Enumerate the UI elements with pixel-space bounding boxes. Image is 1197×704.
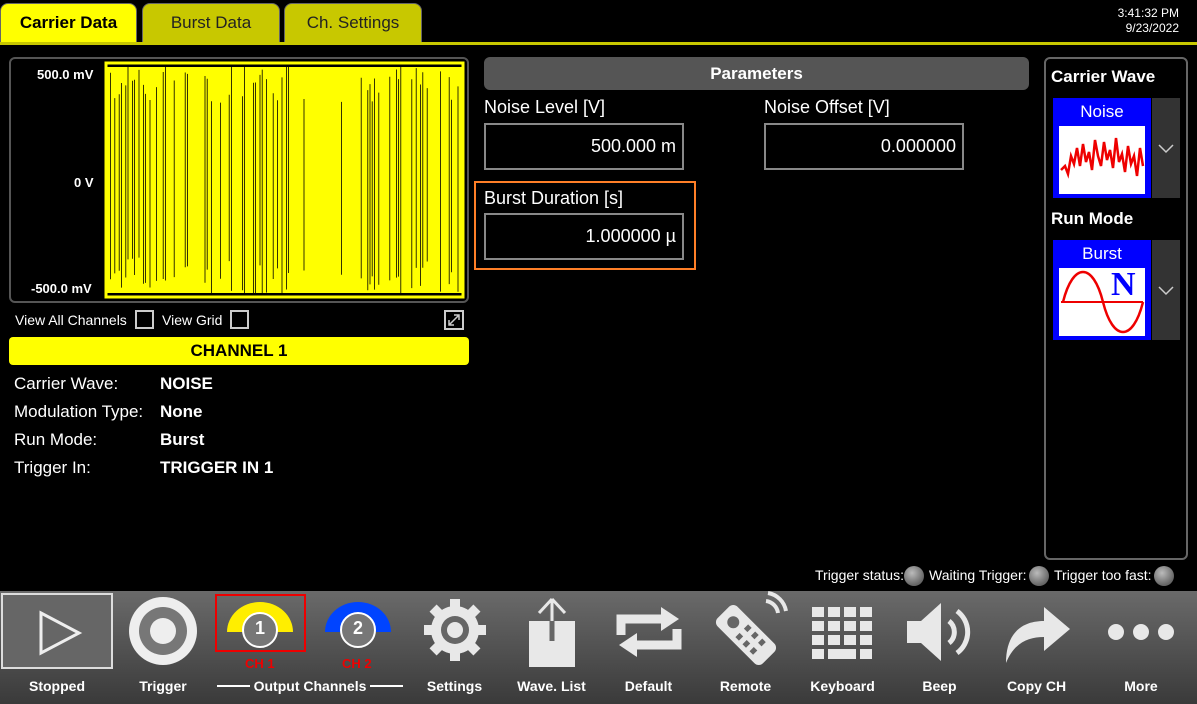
- trigger-too-fast-led: [1154, 566, 1174, 586]
- waiting-trigger-label: Waiting Trigger:: [929, 567, 1027, 583]
- info-row-carrier: Carrier Wave: NOISE: [14, 374, 213, 394]
- run-mode-title: Run Mode: [1051, 209, 1134, 228]
- default-button[interactable]: Default: [600, 591, 697, 704]
- info-value: TRIGGER IN 1: [160, 458, 274, 477]
- expand-icon[interactable]: [444, 310, 464, 330]
- info-value: None: [160, 402, 203, 421]
- trigger-too-fast-label: Trigger too fast:: [1054, 567, 1152, 583]
- remote-label: Remote: [719, 678, 772, 694]
- divider: [370, 685, 403, 687]
- burst-mode-icon: N: [1059, 266, 1145, 336]
- noise-level-label: Noise Level [V]: [484, 97, 606, 117]
- copy-channel-label: Copy CH: [1006, 678, 1067, 694]
- burst-duration-label: Burst Duration [s]: [484, 188, 624, 208]
- channel-title: CHANNEL 1: [9, 337, 469, 365]
- burst-n-symbol: N: [1111, 266, 1136, 303]
- carrier-wave-title: Carrier Wave: [1051, 67, 1156, 86]
- run-mode-selector[interactable]: Burst N: [1053, 240, 1151, 340]
- keyboard-label: Keyboard: [810, 678, 875, 694]
- trigger-icon: [129, 597, 197, 665]
- run-mode-dropdown[interactable]: [1152, 240, 1180, 340]
- noise-offset-field[interactable]: 0.000000: [764, 123, 964, 170]
- info-key: Run Mode:: [14, 430, 98, 449]
- chevron-down-icon: [1158, 286, 1174, 296]
- burst-duration-field[interactable]: 1.000000 µ: [484, 213, 684, 260]
- info-key: Trigger In:: [14, 458, 91, 477]
- noise-wave-icon: [1059, 126, 1145, 194]
- channel-2-label: CH 2: [342, 656, 372, 671]
- beep-button[interactable]: Beep: [891, 591, 988, 704]
- carrier-wave-dropdown[interactable]: [1152, 98, 1180, 198]
- view-all-channels-option[interactable]: View All Channels: [15, 310, 154, 329]
- tab-bar: Carrier Data Burst Data Ch. Settings 3:4…: [0, 0, 1197, 46]
- info-row-modulation: Modulation Type: None: [14, 402, 203, 422]
- forward-arrow-icon: [1006, 607, 1070, 663]
- noise-level-field[interactable]: 500.000 m: [484, 123, 684, 170]
- channel-1-label: CH 1: [245, 656, 275, 671]
- more-dots-icon: [1108, 624, 1174, 640]
- carrier-wave-selector[interactable]: Noise: [1053, 98, 1151, 198]
- more-label: More: [1124, 678, 1158, 694]
- wave-list-label: Wave. List: [517, 678, 586, 694]
- info-row-trigger-in: Trigger In: TRIGGER IN 1: [14, 458, 273, 478]
- remote-control-icon: [715, 591, 788, 666]
- remote-button[interactable]: Remote: [697, 591, 794, 704]
- more-button[interactable]: More: [1085, 591, 1197, 704]
- trigger-status-led: [904, 566, 924, 586]
- wave-list-button[interactable]: Wave. List: [503, 591, 600, 704]
- stopped-status: Stopped: [0, 591, 114, 704]
- view-all-channels-checkbox[interactable]: [134, 310, 154, 329]
- clock-time: 3:41:32 PM: [1117, 6, 1179, 20]
- tab-carrier-data[interactable]: Carrier Data: [0, 3, 137, 43]
- info-value: Burst: [160, 430, 205, 449]
- reset-repeat-icon: [616, 607, 682, 657]
- trigger-button[interactable]: Trigger: [114, 591, 212, 704]
- parameters-header: Parameters: [484, 57, 1029, 90]
- noise-trace: [104, 61, 465, 299]
- run-mode-option: Burst: [1082, 244, 1122, 263]
- view-all-channels-label: View All Channels: [15, 311, 127, 328]
- output-channels-label: Output Channels: [253, 678, 367, 694]
- view-grid-checkbox[interactable]: [230, 310, 250, 329]
- bottom-toolbar: Stopped Trigger 1 CH 1 2 CH 2 Settings W…: [0, 591, 1197, 704]
- clock: 3:41:32 PM 9/23/2022: [1118, 6, 1179, 36]
- keyboard-button[interactable]: Keyboard: [794, 591, 891, 704]
- tab-underline: [0, 42, 1197, 45]
- info-key: Carrier Wave:: [14, 374, 119, 393]
- clock-date: 9/23/2022: [1125, 21, 1179, 35]
- info-row-run-mode: Run Mode: Burst: [14, 430, 204, 450]
- view-grid-label: View Grid: [162, 311, 223, 328]
- chevron-down-icon: [1158, 144, 1174, 154]
- trigger-status-label: Trigger status:: [815, 567, 904, 583]
- speaker-icon: [907, 603, 971, 661]
- tab-ch-settings[interactable]: Ch. Settings: [284, 3, 422, 43]
- share-export-icon: [529, 597, 575, 667]
- waveform-display[interactable]: 500.0 mV 0 V -500.0 mV: [9, 57, 469, 303]
- settings-button[interactable]: Settings: [406, 591, 503, 704]
- info-key: Modulation Type:: [14, 402, 144, 421]
- waiting-trigger-led: [1029, 566, 1049, 586]
- channel-1-number: 1: [255, 618, 266, 638]
- carrier-wave-option: Noise: [1080, 102, 1124, 121]
- noise-offset-label: Noise Offset [V]: [764, 97, 890, 117]
- beep-label: Beep: [922, 678, 957, 694]
- view-grid-option[interactable]: View Grid: [162, 310, 250, 329]
- stopped-label: Stopped: [29, 678, 85, 694]
- info-value: NOISE: [160, 374, 213, 393]
- divider: [217, 685, 250, 687]
- trigger-label: Trigger: [139, 678, 187, 694]
- keyboard-grid-icon: [812, 607, 872, 659]
- channel-2-number: 2: [353, 618, 364, 638]
- tab-burst-data[interactable]: Burst Data: [142, 3, 280, 43]
- gear-icon: [424, 599, 486, 661]
- output-channels-caption: Output Channels: [213, 678, 407, 694]
- default-label: Default: [624, 678, 673, 694]
- copy-channel-button[interactable]: Copy CH: [988, 591, 1085, 704]
- settings-label: Settings: [426, 678, 483, 694]
